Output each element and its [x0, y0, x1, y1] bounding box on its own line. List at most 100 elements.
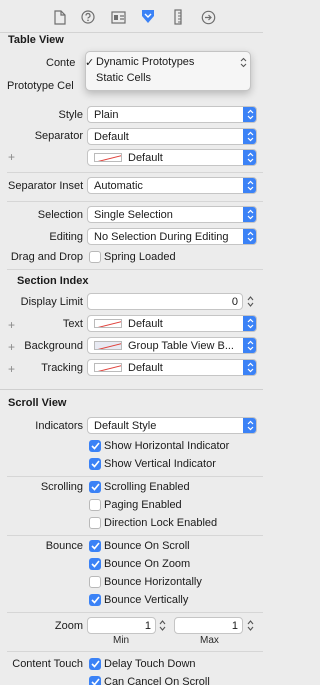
- chevron-updown-icon: [243, 129, 256, 144]
- direction-lock-label: Direction Lock Enabled: [104, 517, 218, 529]
- divider: [7, 201, 263, 202]
- chevron-updown-icon: [243, 178, 256, 193]
- background-color-value: Group Table View B...: [128, 339, 234, 352]
- background-swatch: [94, 341, 122, 350]
- show-vertical-checkbox[interactable]: [89, 458, 101, 470]
- inspector-toolbar: [0, 0, 263, 33]
- separator-inset-select[interactable]: Automatic: [87, 177, 257, 194]
- indicators-label: Indicators: [35, 420, 83, 432]
- chevron-updown-icon: [243, 207, 256, 222]
- attributes-icon[interactable]: [140, 9, 156, 25]
- indicators-select[interactable]: Default Style: [87, 417, 257, 434]
- color-swatch: [94, 363, 122, 372]
- file-icon[interactable]: [52, 9, 68, 25]
- popup-item-static-cells[interactable]: Static Cells: [96, 72, 151, 84]
- zoom-min-value: 1: [144, 619, 151, 632]
- color-swatch: [94, 153, 122, 162]
- indicators-value: Default Style: [94, 419, 157, 432]
- background-label: Background: [24, 340, 83, 352]
- zoom-max-caption: Max: [200, 635, 219, 646]
- display-limit-value: 0: [231, 295, 238, 308]
- bounce-on-zoom-checkbox[interactable]: [89, 558, 101, 570]
- bounce-vertically-checkbox[interactable]: [89, 594, 101, 606]
- selection-select[interactable]: Single Selection: [87, 206, 257, 223]
- ruler-icon[interactable]: [170, 9, 186, 25]
- separator-color-value: Default: [128, 151, 163, 164]
- help-icon[interactable]: [80, 9, 96, 25]
- separator-label: Separator: [34, 130, 83, 142]
- delay-touch-down-label: Delay Touch Down: [104, 658, 196, 670]
- table-view-section-title: Table View: [8, 34, 64, 46]
- display-limit-field[interactable]: 0: [87, 293, 243, 310]
- chevron-updown-icon: [243, 338, 256, 353]
- separator-color-select[interactable]: Default: [87, 149, 257, 166]
- editing-label: Editing: [49, 231, 83, 243]
- tracking-color-select[interactable]: Default: [87, 359, 257, 376]
- checkmark-icon: ✓: [85, 57, 95, 69]
- bounce-vertically-label: Bounce Vertically: [104, 594, 189, 606]
- chevron-updown-icon: [243, 150, 256, 165]
- chevron-updown-icon: [243, 316, 256, 331]
- bounce-horizontally-label: Bounce Horizontally: [104, 576, 202, 588]
- divider: [7, 172, 263, 173]
- zoom-min-field[interactable]: 1: [87, 617, 156, 634]
- divider: [7, 651, 263, 652]
- spring-loaded-label: Spring Loaded: [104, 251, 176, 263]
- color-swatch: [94, 319, 122, 328]
- paging-enabled-checkbox[interactable]: [89, 499, 101, 511]
- bounce-label: Bounce: [45, 540, 83, 552]
- separator-inset-value: Automatic: [94, 179, 143, 192]
- zoom-max-stepper[interactable]: [245, 617, 256, 634]
- selection-value: Single Selection: [94, 208, 173, 221]
- scrolling-label: Scrolling: [40, 481, 83, 493]
- background-color-add-button[interactable]: +: [8, 340, 15, 354]
- direction-lock-checkbox[interactable]: [89, 517, 101, 529]
- background-color-select[interactable]: Group Table View B...: [87, 337, 257, 354]
- separator-color-add-button[interactable]: +: [8, 150, 15, 164]
- bounce-on-scroll-checkbox[interactable]: [89, 540, 101, 552]
- text-color-add-button[interactable]: +: [8, 318, 15, 332]
- bounce-horizontally-checkbox[interactable]: [89, 576, 101, 588]
- spring-loaded-checkbox[interactable]: [89, 251, 101, 263]
- scroll-view-section-title: Scroll View: [8, 397, 67, 409]
- tracking-color-value: Default: [128, 361, 163, 374]
- text-color-select[interactable]: Default: [87, 315, 257, 332]
- editing-select[interactable]: No Selection During Editing: [87, 228, 257, 245]
- popup-item-dynamic-prototypes[interactable]: Dynamic Prototypes: [96, 56, 194, 68]
- divider: [7, 269, 263, 270]
- chevron-updown-icon: [243, 229, 256, 244]
- show-horizontal-checkbox[interactable]: [89, 440, 101, 452]
- can-cancel-checkbox[interactable]: [89, 676, 101, 685]
- show-vertical-label: Show Vertical Indicator: [104, 458, 216, 470]
- bounce-on-zoom-label: Bounce On Zoom: [104, 558, 191, 570]
- style-value: Plain: [94, 108, 119, 121]
- zoom-max-value: 1: [231, 619, 238, 632]
- style-select[interactable]: Plain: [87, 106, 257, 123]
- separator-value: Default: [94, 130, 129, 143]
- zoom-label: Zoom: [54, 620, 83, 632]
- chevron-updown-icon: [243, 107, 256, 122]
- selection-label: Selection: [37, 209, 83, 221]
- show-horizontal-label: Show Horizontal Indicator: [104, 440, 230, 452]
- chevron-updown-icon: [243, 418, 256, 433]
- divider: [7, 535, 263, 536]
- delay-touch-down-checkbox[interactable]: [89, 658, 101, 670]
- tracking-label: Tracking: [41, 362, 83, 374]
- zoom-min-stepper[interactable]: [157, 617, 168, 634]
- connections-icon[interactable]: [200, 9, 216, 25]
- tracking-color-add-button[interactable]: +: [8, 362, 15, 376]
- separator-inset-label: Separator Inset: [8, 180, 84, 192]
- display-limit-label: Display Limit: [20, 296, 83, 308]
- content-popup-menu: ✓ Dynamic Prototypes Static Cells: [85, 51, 251, 91]
- paging-enabled-label: Paging Enabled: [104, 499, 182, 511]
- identity-icon[interactable]: [110, 9, 126, 25]
- editing-value: No Selection During Editing: [94, 230, 229, 243]
- separator-select[interactable]: Default: [87, 128, 257, 145]
- zoom-max-field[interactable]: 1: [174, 617, 243, 634]
- style-label: Style: [58, 109, 83, 121]
- text-label: Text: [62, 318, 83, 330]
- chevron-updown-icon: [243, 360, 256, 375]
- chevron-updown-icon: [240, 55, 248, 69]
- display-limit-stepper[interactable]: [245, 293, 256, 310]
- scrolling-enabled-checkbox[interactable]: [89, 481, 101, 493]
